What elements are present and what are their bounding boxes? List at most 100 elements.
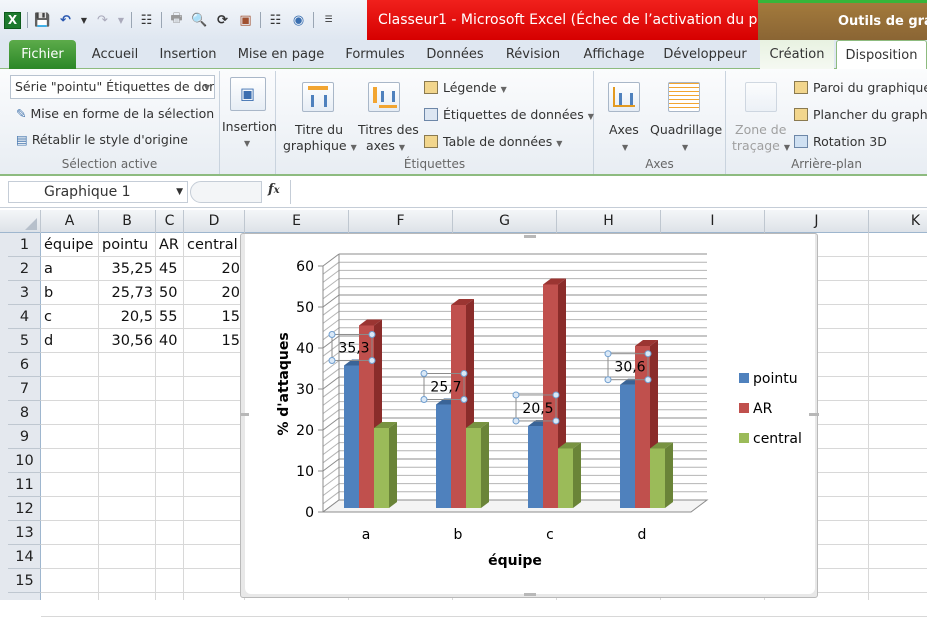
zoom-page-icon[interactable]: 🔍 <box>191 12 208 29</box>
axis-titles-icon <box>368 82 400 112</box>
hierarchy2-icon[interactable]: ☷ <box>267 12 284 29</box>
cell-c2[interactable]: 45 <box>156 257 184 281</box>
cell-a3[interactable]: b <box>41 281 99 305</box>
tab-layout[interactable]: Disposition <box>836 40 927 70</box>
y-tick-label: 10 <box>296 464 314 480</box>
chart-wall-button[interactable]: Paroi du graphique <box>794 80 927 95</box>
column-header-b[interactable]: B <box>99 210 156 233</box>
print-preview-icon[interactable]: 🖶 <box>168 11 185 29</box>
cell-a4[interactable]: c <box>41 305 99 329</box>
reset-style-button[interactable]: ▤ Rétablir le style d'origine <box>16 132 188 147</box>
cell-b2[interactable]: 35,25 <box>99 257 156 281</box>
sheet-left-edge <box>0 233 8 600</box>
row-header[interactable]: 10 <box>8 449 41 473</box>
formula-bar-splitter[interactable] <box>190 181 262 203</box>
cell-d5[interactable]: 15 <box>184 329 240 353</box>
cell-b5[interactable]: 30,56 <box>99 329 156 353</box>
row-header[interactable]: 5 <box>8 329 41 353</box>
y-tick-label: 50 <box>296 300 314 316</box>
column-header-d[interactable]: D <box>184 210 245 233</box>
group-label: Sélection active <box>61 157 158 171</box>
cell-a2[interactable]: a <box>41 257 99 281</box>
column-header-k[interactable]: K <box>869 210 927 233</box>
watch-icon[interactable]: ◉ <box>290 12 307 29</box>
cell-d1[interactable]: central <box>184 233 240 257</box>
legend-button[interactable]: Légende ▼ <box>424 80 507 95</box>
row-header[interactable]: 13 <box>8 521 41 545</box>
redo-icon[interactable]: ↷ <box>94 12 111 29</box>
column-header-h[interactable]: H <box>557 210 661 233</box>
cell-c3[interactable]: 50 <box>156 281 184 305</box>
cell-c4[interactable]: 55 <box>156 305 184 329</box>
data-table-button[interactable]: Table de données ▼ <box>424 134 562 149</box>
excel-logo-icon[interactable]: X <box>4 11 21 29</box>
chart-elements-dropdown[interactable]: Série "pointu" Étiquettes de dor ▼ <box>10 75 215 99</box>
bar-side-central-a <box>389 422 397 508</box>
group-insert[interactable]: ▣ Insertion ▼ <box>220 71 277 174</box>
row-header[interactable]: 6 <box>8 353 41 377</box>
row-header[interactable]: 1 <box>8 233 41 257</box>
contact-icon[interactable]: ▣ <box>237 12 254 29</box>
row-header[interactable]: 12 <box>8 497 41 521</box>
tab-data[interactable]: Données <box>420 40 490 69</box>
gridlines-button[interactable]: Quadrillage ▼ <box>648 75 722 155</box>
tab-home[interactable]: Accueil <box>84 40 146 69</box>
tab-page-layout[interactable]: Mise en page <box>232 40 330 69</box>
tab-design[interactable]: Création <box>760 40 834 69</box>
chart-title-button[interactable]: Titre du graphique ▼ <box>280 75 357 155</box>
chart-object[interactable]: 0 10 20 30 40 50 60 a b c d 35,3 25,7 20,5 30,6 équipe%… <box>240 233 819 598</box>
row-header[interactable]: 11 <box>8 473 41 497</box>
chevron-down-icon[interactable]: ▼ <box>176 182 183 202</box>
row-header[interactable]: 2 <box>8 257 41 281</box>
axes-button[interactable]: Axes ▼ <box>598 75 648 155</box>
column-header-c[interactable]: C <box>156 210 184 233</box>
column-header-j[interactable]: J <box>765 210 869 233</box>
tab-view[interactable]: Affichage <box>576 40 652 69</box>
row-header[interactable]: 9 <box>8 425 41 449</box>
tab-formulas[interactable]: Formules <box>340 40 410 69</box>
name-box[interactable]: Graphique 1 ▼ <box>8 181 188 203</box>
row-header[interactable]: 7 <box>8 377 41 401</box>
row-header[interactable]: 3 <box>8 281 41 305</box>
column-header-g[interactable]: G <box>453 210 557 233</box>
format-selection-button[interactable]: ✎ Mise en forme de la sélection <box>16 106 214 121</box>
redo-dropdown-icon[interactable]: ▼ <box>117 12 125 29</box>
column-header-i[interactable]: I <box>661 210 765 233</box>
cell-b3[interactable]: 25,73 <box>99 281 156 305</box>
hierarchy-icon[interactable]: ☷ <box>138 12 155 29</box>
row-header[interactable]: 8 <box>8 401 41 425</box>
tab-developer[interactable]: Développeur <box>660 40 750 69</box>
cell-d2[interactable]: 20 <box>184 257 240 281</box>
insert-function-icon[interactable]: fx <box>268 182 280 197</box>
cell-c1[interactable]: AR <box>156 233 184 257</box>
cell-a5[interactable]: d <box>41 329 99 353</box>
select-all-button[interactable] <box>8 210 41 233</box>
refresh-icon[interactable]: ⟳ <box>214 12 231 29</box>
save-icon[interactable]: 💾 <box>34 12 51 29</box>
cell-c5[interactable]: 40 <box>156 329 184 353</box>
cell-a1[interactable]: équipe <box>41 233 99 257</box>
undo-dropdown-icon[interactable]: ▼ <box>80 12 88 29</box>
row-header[interactable]: 4 <box>8 305 41 329</box>
column-header-a[interactable]: A <box>41 210 99 233</box>
column-header-e[interactable]: E <box>245 210 349 233</box>
ribbon-tabs: Fichier Accueil Insertion Mise en page F… <box>0 40 927 70</box>
separator <box>161 12 162 28</box>
undo-icon[interactable]: ↶ <box>57 12 74 29</box>
tab-insert[interactable]: Insertion <box>154 40 222 69</box>
3d-rotation-button[interactable]: Rotation 3D <box>794 134 887 149</box>
axis-titles-button[interactable]: Titres des axes ▼ <box>354 75 420 155</box>
tab-review[interactable]: Révision <box>498 40 568 69</box>
data-labels-button[interactable]: Étiquettes de données ▼ <box>424 107 594 122</box>
tab-file[interactable]: Fichier <box>9 40 76 69</box>
cell-d4[interactable]: 15 <box>184 305 240 329</box>
cell-b4[interactable]: 20,5 <box>99 305 156 329</box>
customize-qat-icon[interactable]: ☰ <box>320 12 337 29</box>
row-header[interactable]: 15 <box>8 569 41 593</box>
cell-d3[interactable]: 20 <box>184 281 240 305</box>
chart-floor-button[interactable]: Plancher du graphique <box>794 107 927 122</box>
column-header-f[interactable]: F <box>349 210 453 233</box>
cell-b1[interactable]: pointu <box>99 233 156 257</box>
formula-input[interactable] <box>290 180 926 204</box>
row-header[interactable]: 14 <box>8 545 41 569</box>
